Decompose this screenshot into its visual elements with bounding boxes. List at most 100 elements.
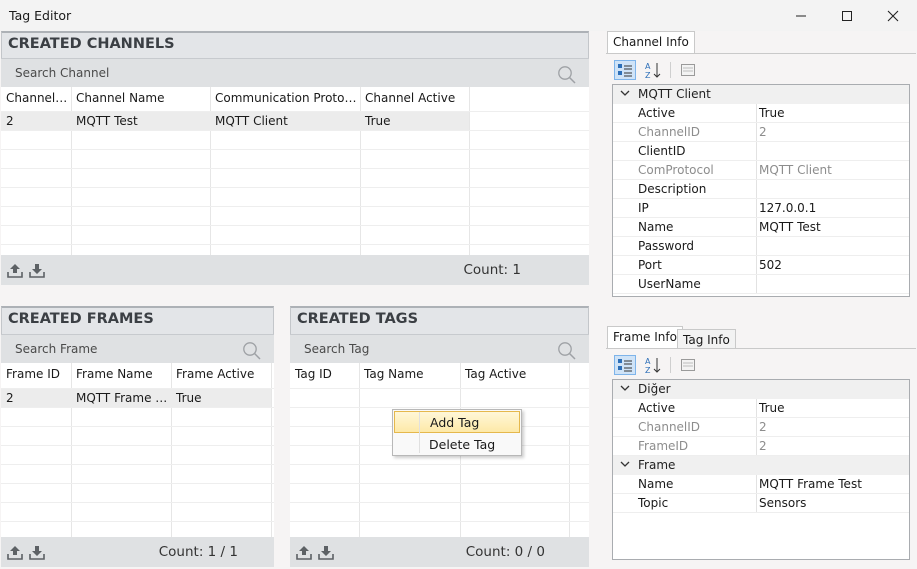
- property-name: ComProtocol: [638, 163, 714, 177]
- cell-frame-active: True: [176, 391, 202, 405]
- property-value[interactable]: 2: [759, 439, 767, 453]
- search-icon[interactable]: [557, 341, 577, 361]
- channels-header: CREATED CHANNELS: [1, 31, 589, 58]
- categorized-button[interactable]: [614, 355, 636, 375]
- property-value[interactable]: MQTT Test: [759, 220, 821, 234]
- download-button[interactable]: [26, 259, 48, 281]
- property-toolbar: AZ: [614, 60, 699, 80]
- channel-search-box[interactable]: Search Channel: [1, 58, 589, 87]
- table-row[interactable]: 2 MQTT Frame Test True: [1, 389, 271, 407]
- property-value[interactable]: True: [759, 106, 785, 120]
- property-name: Password: [638, 239, 695, 253]
- search-icon[interactable]: [557, 65, 577, 85]
- categorized-icon: [618, 359, 632, 372]
- property-value[interactable]: Sensors: [759, 496, 806, 510]
- frame-search-box[interactable]: Search Frame: [1, 334, 274, 363]
- close-button[interactable]: [870, 0, 916, 31]
- tab-tag-info[interactable]: Tag Info: [677, 329, 736, 348]
- column-header-channel-active[interactable]: Channel Active: [360, 91, 469, 105]
- channels-panel: CREATED CHANNELS Search Channel Channel …: [1, 31, 589, 287]
- frame-search-input[interactable]: Search Frame: [15, 342, 97, 356]
- tag-search-box[interactable]: Search Tag: [290, 334, 589, 363]
- property-row[interactable]: ChannelID 2: [613, 123, 909, 142]
- categorized-button[interactable]: [614, 60, 636, 80]
- chevron-down-icon: [620, 461, 630, 467]
- download-button[interactable]: [315, 541, 337, 563]
- property-category[interactable]: Diğer: [613, 380, 909, 399]
- property-name: Active: [638, 401, 676, 415]
- property-row[interactable]: Active True: [613, 399, 909, 418]
- property-name: Description: [638, 182, 707, 196]
- column-header-channel-name[interactable]: Channel Name: [71, 91, 210, 105]
- channel-info-panel: Channel Info AZ MQTT Client Active True Ch…: [606, 31, 916, 301]
- property-row[interactable]: UserName: [613, 275, 909, 294]
- frame-property-grid: Diğer Active True ChannelID 2 FrameID 2 Frame Na…: [612, 379, 910, 560]
- cell-channel-id: 2: [6, 114, 14, 128]
- add-tag-menu-item[interactable]: Add Tag: [394, 411, 520, 433]
- property-category[interactable]: MQTT Client: [613, 85, 909, 104]
- maximize-button[interactable]: [824, 0, 870, 31]
- property-row[interactable]: Name MQTT Frame Test: [613, 475, 909, 494]
- property-row[interactable]: Active True: [613, 104, 909, 123]
- property-name: Name: [638, 220, 674, 234]
- channels-count: Count: 1: [463, 262, 521, 278]
- upload-button[interactable]: [293, 541, 315, 563]
- property-category[interactable]: Frame: [613, 456, 909, 475]
- sort-alphabetical-button[interactable]: AZ: [642, 60, 664, 80]
- property-row[interactable]: Name MQTT Test: [613, 218, 909, 237]
- context-menu: Add Tag Delete Tag: [392, 409, 522, 456]
- tag-search-input[interactable]: Search Tag: [304, 342, 369, 356]
- download-icon: [318, 546, 334, 560]
- property-name: ChannelID: [638, 125, 701, 139]
- tab-frame-info[interactable]: Frame Info: [607, 326, 683, 348]
- categorized-icon: [618, 64, 632, 77]
- property-value[interactable]: True: [759, 401, 785, 415]
- property-value[interactable]: 127.0.0.1: [759, 201, 816, 215]
- property-toolbar: AZ: [614, 355, 699, 375]
- column-header-frame-name[interactable]: Frame Name: [71, 367, 171, 381]
- search-icon[interactable]: [242, 341, 262, 361]
- delete-tag-menu-item[interactable]: Delete Tag: [394, 433, 520, 455]
- property-row[interactable]: Description: [613, 180, 909, 199]
- column-header-channel-id[interactable]: Channel ID: [1, 91, 71, 105]
- property-value[interactable]: 2: [759, 125, 767, 139]
- property-row[interactable]: FrameID 2: [613, 437, 909, 456]
- property-value[interactable]: 2: [759, 420, 767, 434]
- property-name: FrameID: [638, 439, 689, 453]
- frames-panel: CREATED FRAMES Search Frame Frame ID Fra…: [1, 306, 274, 568]
- cell-communication-protocol: MQTT Client: [215, 114, 288, 128]
- property-value[interactable]: MQTT Client: [759, 163, 832, 177]
- property-pages-button[interactable]: [677, 355, 699, 375]
- property-row[interactable]: Password: [613, 237, 909, 256]
- tab-channel-info[interactable]: Channel Info: [607, 31, 695, 53]
- upload-button[interactable]: [4, 259, 26, 281]
- property-name: UserName: [638, 277, 701, 291]
- cell-frame-name: MQTT Frame Test: [76, 391, 171, 405]
- minimize-button[interactable]: [778, 0, 824, 31]
- property-value[interactable]: 502: [759, 258, 782, 272]
- sort-az-icon: AZ: [645, 62, 661, 79]
- property-row[interactable]: ChannelID 2: [613, 418, 909, 437]
- download-button[interactable]: [26, 541, 48, 563]
- sort-az-icon: AZ: [645, 357, 661, 374]
- property-row[interactable]: ClientID: [613, 142, 909, 161]
- property-pages-button[interactable]: [677, 60, 699, 80]
- property-row[interactable]: Port 502: [613, 256, 909, 275]
- upload-button[interactable]: [4, 541, 26, 563]
- column-header-tag-name[interactable]: Tag Name: [359, 367, 460, 381]
- sort-alphabetical-button[interactable]: AZ: [642, 355, 664, 375]
- column-header-communication-protocol[interactable]: Communication Protocol: [210, 91, 360, 105]
- channel-search-input[interactable]: Search Channel: [15, 66, 109, 80]
- property-value[interactable]: MQTT Frame Test: [759, 477, 862, 491]
- column-header-frame-id[interactable]: Frame ID: [1, 367, 71, 381]
- property-row[interactable]: ComProtocol MQTT Client: [613, 161, 909, 180]
- property-row[interactable]: IP 127.0.0.1: [613, 199, 909, 218]
- column-header-tag-id[interactable]: Tag ID: [290, 367, 359, 381]
- column-header-tag-active[interactable]: Tag Active: [460, 367, 569, 381]
- cell-channel-name: MQTT Test: [76, 114, 138, 128]
- upload-icon: [7, 264, 23, 278]
- property-row[interactable]: Topic Sensors: [613, 494, 909, 513]
- property-name: IP: [638, 201, 649, 215]
- table-row[interactable]: 2 MQTT Test MQTT Client True: [1, 112, 469, 130]
- column-header-frame-active[interactable]: Frame Active: [171, 367, 271, 381]
